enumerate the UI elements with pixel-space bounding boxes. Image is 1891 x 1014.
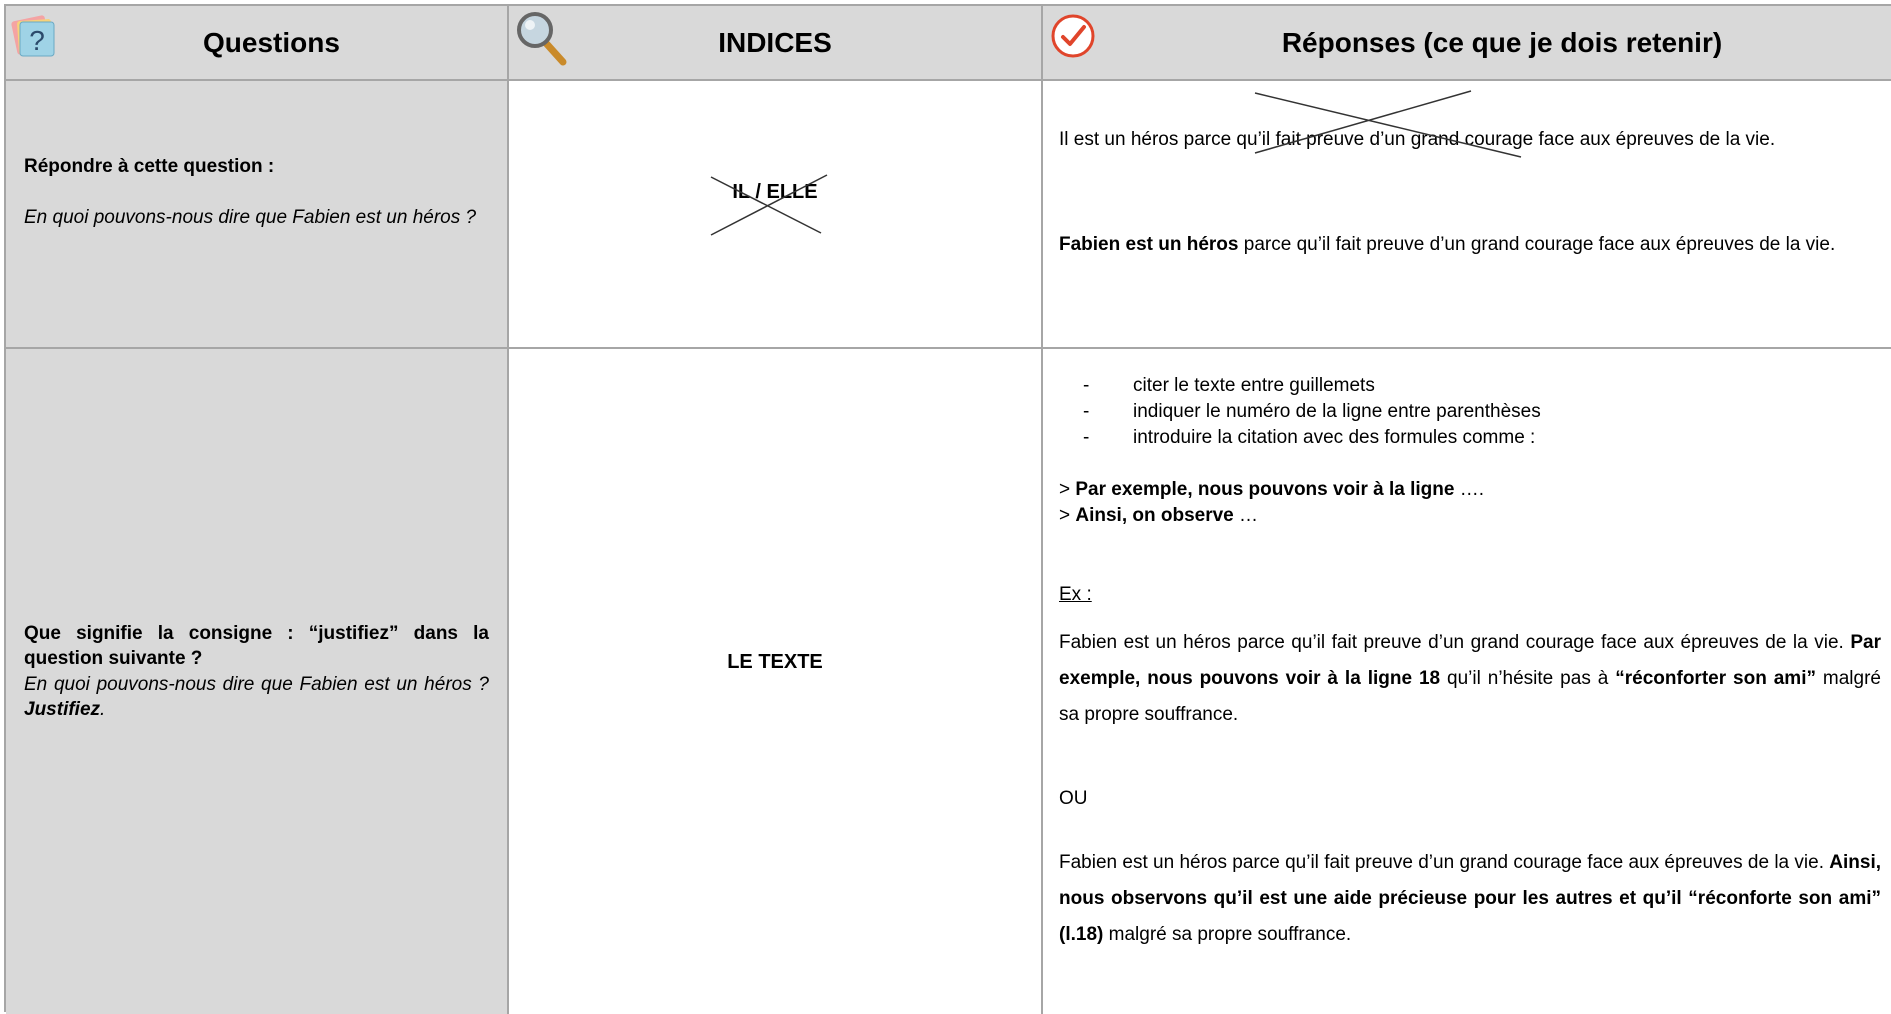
row1-wrong-answer: Il est un héros parce qu’il fait preuve … xyxy=(1059,129,1776,150)
row2-answer-cell: citer le texte entre guillemets indiquer… xyxy=(1043,349,1891,1014)
row1-correct-answer: Fabien est un héros parce qu’il fait pre… xyxy=(1059,234,1836,255)
example-label: Ex : xyxy=(1059,584,1092,605)
row1-correct-answer-bold: Fabien est un héros xyxy=(1059,234,1239,255)
row1-question-instruction: Répondre à cette question : xyxy=(24,156,275,177)
row1-question-cell: Répondre à cette question : En quoi pouv… xyxy=(6,81,509,349)
list-item: indiquer le numéro de la ligne entre par… xyxy=(1083,399,1541,425)
lesson-table: ? Questions INDICES Réponses (ce que je … xyxy=(4,4,1891,1014)
header-reponses-cell: Réponses (ce que je dois retenir) xyxy=(1043,6,1891,81)
row2-question-text: En quoi pouvons-nous dire que Fabien est… xyxy=(24,674,489,720)
row1-indice-label: IL / ELLE xyxy=(732,181,818,203)
formula-2: > Ainsi, on observe … xyxy=(1059,505,1259,526)
header-reponses-title: Réponses (ce que je dois retenir) xyxy=(1281,26,1723,58)
method-list: citer le texte entre guillemets indiquer… xyxy=(1083,373,1541,451)
row1-question-text: En quoi pouvons-nous dire que Fabien est… xyxy=(24,207,477,228)
row2-indice-cell: LE TEXTE xyxy=(509,349,1043,1014)
formula-1: > Par exemple, nous pouvons voir à la li… xyxy=(1059,479,1484,500)
row1-answer-cell: Il est un héros parce qu’il fait preuve … xyxy=(1043,81,1891,349)
row2-indice-label: LE TEXTE xyxy=(727,651,823,673)
header-indices-cell: INDICES xyxy=(509,6,1043,81)
header-questions-cell: ? Questions xyxy=(6,6,509,81)
example-2: Fabien est un héros parce qu’il fait pre… xyxy=(1059,852,1881,945)
example-1: Fabien est un héros parce qu’il fait pre… xyxy=(1059,632,1881,725)
list-item: citer le texte entre guillemets xyxy=(1083,373,1541,399)
row1-indice-cell: IL / ELLE xyxy=(509,81,1043,349)
header-indices-title: INDICES xyxy=(718,26,832,58)
list-item: introduire la citation avec des formules… xyxy=(1083,425,1541,451)
row2-question-instruction: Que signifie la consigne : “justifiez” d… xyxy=(24,623,489,669)
or-separator: OU xyxy=(1059,788,1088,809)
row2-question-cell: Que signifie la consigne : “justifiez” d… xyxy=(6,349,509,1014)
header-questions-title: Questions xyxy=(203,26,340,58)
